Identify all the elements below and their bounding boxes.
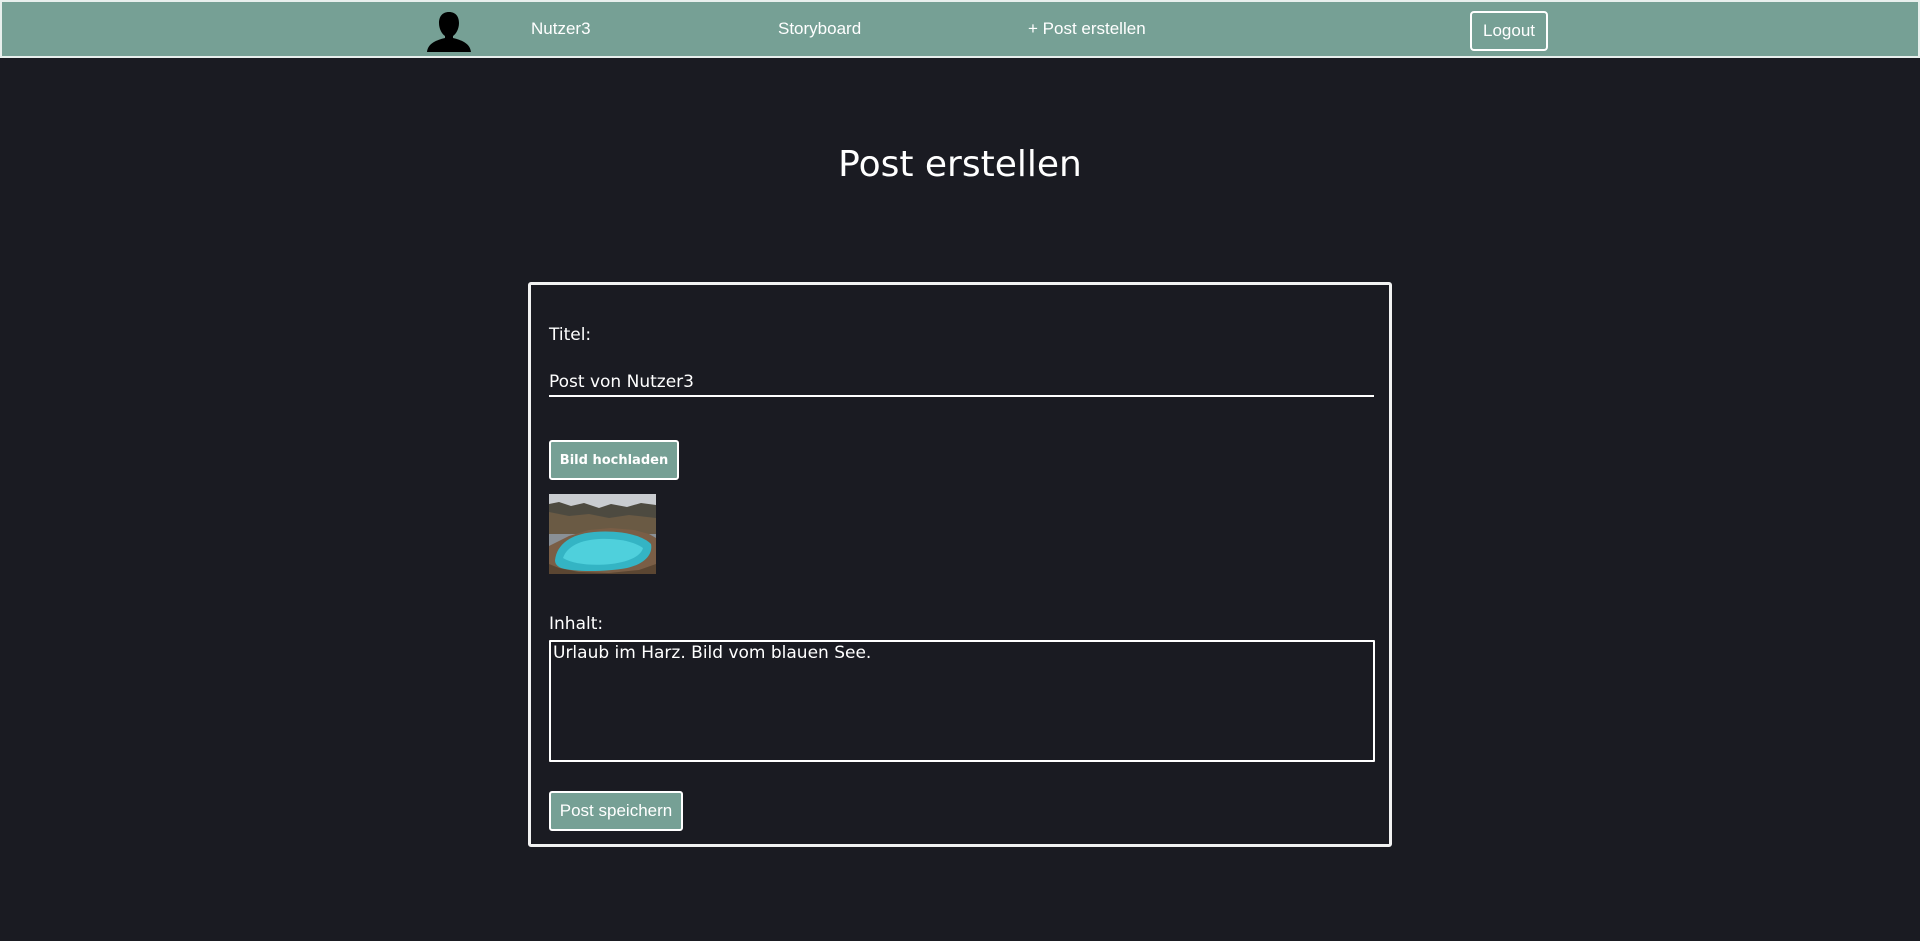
user-silhouette-icon[interactable] xyxy=(425,10,473,52)
nav-user-link[interactable]: Nutzer3 xyxy=(531,19,591,39)
page-title: Post erstellen xyxy=(838,144,1082,185)
content-label: Inhalt: xyxy=(549,614,604,634)
top-navbar: Nutzer3 Storyboard + Post erstellen Logo… xyxy=(0,0,1920,58)
upload-image-button[interactable]: Bild hochladen xyxy=(549,440,679,480)
nav-storyboard-link[interactable]: Storyboard xyxy=(778,19,861,39)
content-textarea[interactable]: Urlaub im Harz. Bild vom blauen See. xyxy=(549,640,1375,762)
post-form: Titel: Bild hochladen Inhalt: Urlaub im … xyxy=(528,282,1392,847)
save-post-button[interactable]: Post speichern xyxy=(549,791,683,831)
title-input[interactable] xyxy=(549,369,1374,397)
nav-create-post-link[interactable]: + Post erstellen xyxy=(1028,19,1146,39)
title-label: Titel: xyxy=(549,325,592,345)
logout-button[interactable]: Logout xyxy=(1470,11,1548,51)
image-preview xyxy=(549,494,656,574)
